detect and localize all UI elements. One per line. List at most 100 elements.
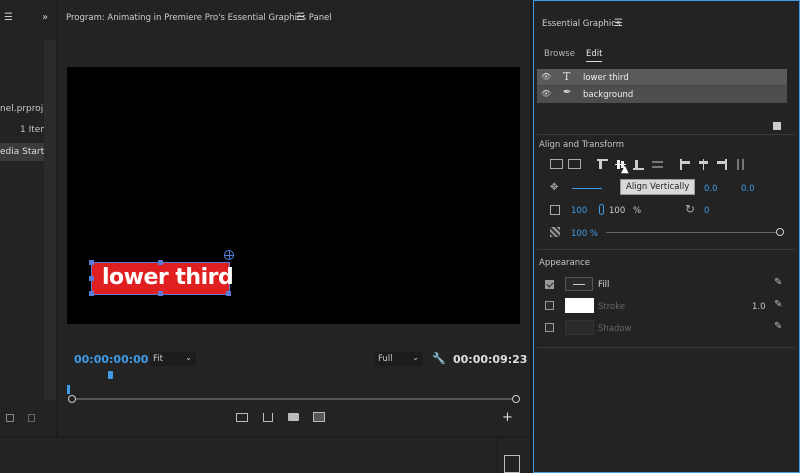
- align-horizontal-center-icon[interactable]: [698, 159, 709, 170]
- text-icon: T: [563, 70, 571, 83]
- handle-bm[interactable]: [158, 291, 163, 296]
- eyedropper-icon[interactable]: ✎: [774, 277, 782, 288]
- timeline-scrubber[interactable]: [72, 398, 516, 400]
- new-bin-icon[interactable]: [6, 414, 14, 422]
- eye-icon[interactable]: 👁: [541, 72, 551, 81]
- handle-tm[interactable]: [158, 260, 163, 265]
- quality-label: Full: [378, 354, 393, 364]
- link-scale-icon[interactable]: [599, 204, 604, 215]
- tooltip: Align Vertically: [620, 179, 696, 195]
- wrench-icon[interactable]: 🔧: [432, 352, 446, 365]
- video-frame[interactable]: lower third: [67, 67, 520, 324]
- distribute-vertical-icon[interactable]: [652, 159, 663, 170]
- compare-view-icon[interactable]: [313, 412, 325, 422]
- anchor-point-icon[interactable]: [224, 250, 234, 260]
- mouse-cursor-icon: ▲: [621, 164, 629, 175]
- scale-height-value[interactable]: 100: [609, 206, 625, 216]
- chevron-down-icon: ⌄: [412, 353, 419, 362]
- in-marker[interactable]: [67, 385, 70, 394]
- camera-icon[interactable]: [288, 413, 299, 421]
- scrub-end-handle[interactable]: [512, 395, 520, 403]
- opacity-slider[interactable]: [606, 232, 778, 233]
- align-to-frame-icon[interactable]: [568, 159, 581, 169]
- grid-icon[interactable]: [504, 455, 520, 473]
- fill-checkbox[interactable]: [545, 280, 554, 289]
- essential-graphics-panel: Essential Graphics ☰ Browse Edit 👁 T low…: [533, 0, 800, 473]
- align-top-icon[interactable]: [597, 159, 608, 170]
- project-item-label: edia Start: [0, 147, 45, 157]
- rotation-icon: ↻: [685, 202, 696, 216]
- layer-row-lower-third[interactable]: 👁 T lower third: [537, 69, 787, 86]
- new-layer-icon[interactable]: [773, 122, 781, 130]
- project-scroll-track[interactable]: [44, 40, 56, 400]
- program-monitor-panel: Program: Animating in Premiere Pro's Ess…: [58, 0, 530, 436]
- playhead-marker[interactable]: [108, 371, 113, 379]
- fit-label: Fit: [153, 354, 163, 364]
- tab-browse[interactable]: Browse: [544, 49, 575, 59]
- panel-menu-icon[interactable]: ☰: [4, 12, 13, 23]
- project-list-item[interactable]: edia Start: [0, 143, 44, 161]
- position-slider[interactable]: [572, 188, 602, 189]
- current-timecode[interactable]: 00:00:00:00: [74, 353, 148, 366]
- align-left-icon[interactable]: [680, 159, 691, 170]
- fill-label: Fill: [598, 280, 610, 290]
- eye-icon[interactable]: 👁: [541, 89, 551, 98]
- trash-icon[interactable]: [28, 414, 35, 422]
- fill-swatch[interactable]: [565, 277, 593, 291]
- eyedropper-icon[interactable]: ✎: [774, 321, 782, 332]
- project-panel: ☰ nel.prproj 1 Item edia Start: [0, 0, 56, 436]
- scale-width-value[interactable]: 100: [571, 206, 587, 216]
- align-right-icon[interactable]: [716, 159, 727, 170]
- duration-timecode: 00:00:09:23: [453, 353, 528, 366]
- appearance-heading: Appearance: [539, 258, 591, 268]
- shadow-checkbox[interactable]: [545, 323, 554, 332]
- handle-br[interactable]: [226, 291, 231, 296]
- rotation-value[interactable]: 0: [704, 206, 709, 216]
- safe-margins-icon[interactable]: [236, 413, 248, 422]
- scale-icon: [550, 205, 560, 215]
- expand-panels-icon[interactable]: »: [42, 12, 48, 23]
- distribute-horizontal-icon[interactable]: [735, 159, 746, 170]
- export-frame-icon[interactable]: [263, 413, 273, 422]
- align-to-selection-icon[interactable]: [550, 159, 563, 169]
- pen-icon: ✒: [563, 87, 572, 98]
- opacity-value[interactable]: 100 %: [571, 229, 598, 239]
- timeline-panel-strip: [0, 438, 496, 473]
- essential-graphics-title: Essential Graphics: [542, 19, 621, 29]
- scale-unit: %: [633, 206, 642, 216]
- shadow-label: Shadow: [598, 324, 632, 334]
- layer-name: lower third: [583, 73, 629, 83]
- add-button-icon[interactable]: +: [502, 410, 513, 425]
- stroke-width-value[interactable]: 1.0: [752, 302, 766, 312]
- lower-third-text: lower third: [102, 265, 234, 290]
- align-bottom-icon[interactable]: [633, 159, 644, 170]
- position-y-value[interactable]: 0.0: [741, 184, 755, 194]
- layer-name: background: [583, 90, 634, 100]
- stroke-checkbox[interactable]: [545, 301, 554, 310]
- stroke-swatch[interactable]: [565, 298, 594, 313]
- tab-edit[interactable]: Edit: [586, 49, 602, 59]
- tooltip-text: Align Vertically: [626, 182, 690, 192]
- quality-dropdown[interactable]: Full ⌄: [375, 352, 423, 366]
- position-icon: ✥: [550, 182, 559, 193]
- align-transform-heading: Align and Transform: [539, 140, 624, 150]
- divider: [537, 249, 795, 250]
- eg-menu-icon[interactable]: ☰: [614, 18, 623, 29]
- lower-third-graphic[interactable]: lower third: [89, 260, 234, 296]
- handle-ml[interactable]: [89, 276, 94, 281]
- opacity-slider-handle[interactable]: [776, 228, 784, 236]
- shadow-swatch[interactable]: [565, 320, 594, 335]
- scrub-start-handle[interactable]: [68, 395, 76, 403]
- position-x-value[interactable]: 0.0: [704, 184, 718, 194]
- tab-edit-underline: [586, 61, 602, 62]
- opacity-icon: [550, 227, 560, 237]
- stroke-label: Stroke: [598, 302, 626, 312]
- fit-dropdown[interactable]: Fit ⌄: [150, 352, 196, 366]
- handle-tl[interactable]: [89, 260, 94, 265]
- layer-row-background[interactable]: 👁 ✒ background: [537, 86, 787, 103]
- layers-list: 👁 T lower third 👁 ✒ background: [537, 69, 787, 103]
- handle-bl[interactable]: [89, 291, 94, 296]
- eyedropper-icon[interactable]: ✎: [774, 299, 782, 310]
- program-menu-icon[interactable]: ☰: [296, 12, 305, 23]
- chevron-down-icon: ⌄: [185, 353, 192, 362]
